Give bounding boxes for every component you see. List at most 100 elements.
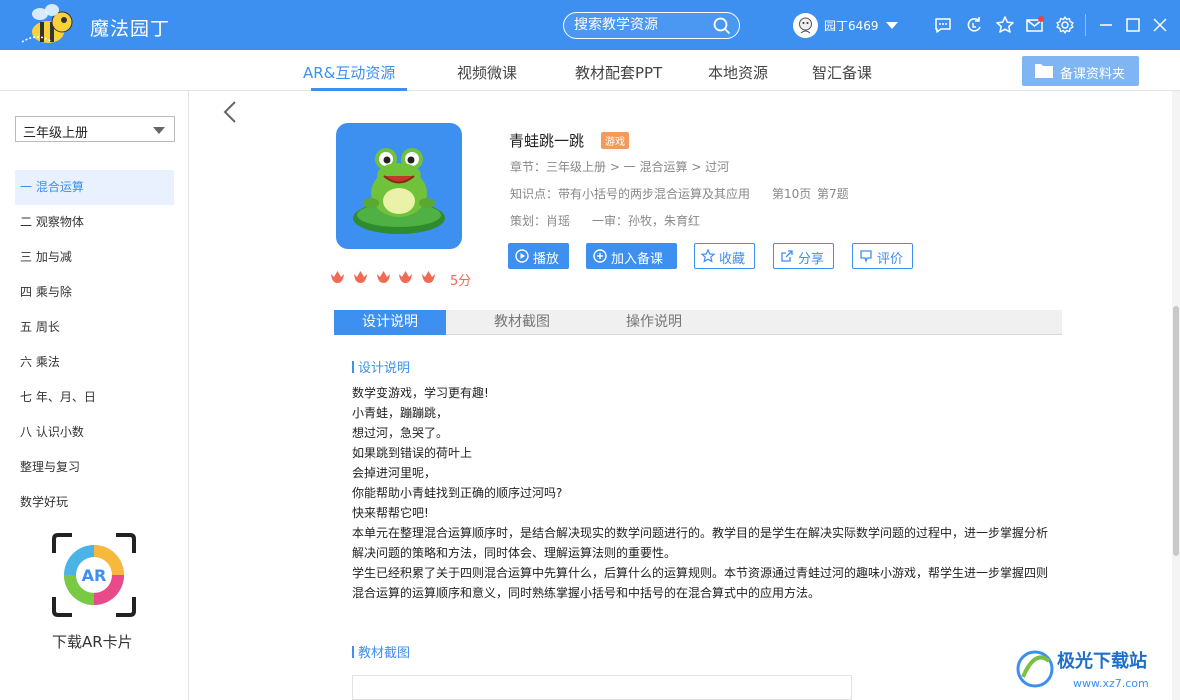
play-icon [515, 249, 529, 263]
design-line: 小青蛙，蹦蹦跳， [352, 406, 449, 420]
flower-rating-icon [422, 271, 436, 283]
tab-ar-interactive[interactable]: AR&互动资源 [303, 62, 395, 83]
star-outline-icon [701, 249, 715, 263]
tab-design-notes[interactable]: 设计说明 [334, 310, 446, 335]
ar-card-download-label[interactable]: 下载AR卡片 [52, 631, 133, 652]
gear-icon[interactable] [1055, 15, 1075, 35]
tab-textbook-ppt[interactable]: 教材配套PPT [575, 62, 662, 83]
grade-select-value: 三年级上册 [23, 126, 89, 141]
design-notes-heading: 设计说明 [352, 357, 410, 376]
review-label: 评价 [877, 252, 904, 267]
tab-video-lessons[interactable]: 视频微课 [457, 62, 517, 83]
folder-icon [1035, 64, 1053, 78]
tab-smart-prep[interactable]: 智汇备课 [812, 62, 872, 83]
chevron-down-icon [153, 127, 165, 134]
chat-icon[interactable] [933, 15, 953, 35]
back-chevron-icon[interactable] [222, 100, 238, 124]
resource-thumbnail [336, 123, 462, 249]
user-name[interactable]: 园丁6469 [824, 17, 879, 34]
prep-folder-button[interactable]: 备课资料夹 [1022, 56, 1139, 86]
sidebar: 三年级上册 一 混合运算 二 观察物体 三 加与减 四 乘与除 五 周长 六 乘… [0, 91, 189, 700]
star-icon[interactable] [995, 15, 1015, 35]
resource-title: 青蛙跳一跳 [509, 132, 585, 150]
share-label: 分享 [798, 252, 825, 267]
design-line: 想过河，急哭了。 [352, 426, 449, 440]
ar-card-qr-icon[interactable]: AR [52, 533, 136, 617]
resource-knowledge-point: 知识点：带有小括号的两步混合运算及其应用 [510, 187, 751, 201]
titlebar-divider [1085, 14, 1086, 36]
design-line: 如果跳到错误的荷叶上 [352, 446, 473, 460]
search-icon[interactable] [713, 17, 731, 35]
design-line: 快来帮帮它吧! [352, 506, 429, 520]
sidebar-item-chapter-1[interactable]: 一 混合运算 [15, 170, 174, 205]
scrollbar-thumb[interactable] [1173, 306, 1179, 556]
design-line: 你能帮助小青蛙找到正确的顺序过河吗? [352, 486, 563, 500]
maximize-icon[interactable] [1124, 16, 1142, 34]
design-line: 会掉进河里呢， [352, 466, 437, 480]
tab-local-resources[interactable]: 本地资源 [708, 62, 768, 83]
share-button[interactable]: 分享 [773, 243, 834, 269]
flower-rating-icon [353, 271, 367, 283]
add-to-prep-label: 加入备课 [611, 252, 664, 267]
frog-icon [353, 148, 445, 234]
grade-select[interactable]: 三年级上册 [15, 116, 175, 142]
mail-icon[interactable] [1025, 15, 1045, 35]
flower-rating-icon [399, 271, 413, 283]
user-menu-chevron-down-icon[interactable] [886, 22, 898, 29]
ar-card-text: AR [82, 566, 107, 585]
sidebar-item-chapter-8[interactable]: 八 认识小数 [15, 415, 174, 450]
play-button-label: 播放 [533, 252, 560, 267]
design-line: 解决问题的策略和方法，同时体会、理解运算法则的重要性。 [352, 546, 677, 560]
design-line: 本单元在整理混合运算顺序时，是结合解决现实的数学问题进行的。教学目的是学生在解决… [352, 526, 1049, 540]
search-box[interactable] [563, 12, 740, 39]
sidebar-item-chapter-3[interactable]: 三 加与减 [15, 240, 174, 275]
textbook-screenshot-preview [352, 675, 852, 700]
search-input[interactable] [574, 17, 714, 33]
review-button[interactable]: 评价 [852, 243, 913, 269]
plus-circle-icon [593, 249, 607, 263]
watermark-logo: 极光下载站 www.xz7.com [1016, 650, 1149, 690]
top-nav: AR&互动资源 视频微课 教材配套PPT 本地资源 智汇备课 备课资料夹 [0, 50, 1180, 91]
scrollbar[interactable] [1172, 91, 1180, 700]
flower-rating-icon [376, 271, 390, 283]
resource-planner: 策划：肖瑶 [510, 214, 571, 228]
app-title: 魔法园丁 [90, 18, 171, 40]
user-avatar[interactable] [793, 13, 818, 38]
prep-folder-label: 备课资料夹 [1060, 67, 1126, 82]
sidebar-item-chapter-7[interactable]: 七 年、月、日 [15, 380, 174, 415]
design-line: 学生已经积累了关于四则混合运算中先算什么，后算什么的运算规则。本节资源通过青蛙过… [352, 566, 1049, 580]
tab-textbook-screenshot[interactable]: 教材截图 [466, 310, 578, 335]
game-badge: 游戏 [601, 132, 629, 149]
design-notes-body: 数学变游戏，学习更有趣! 小青蛙，蹦蹦跳， 想过河，急哭了。 如果跳到错误的荷叶… [352, 383, 1052, 603]
add-to-prep-button[interactable]: 加入备课 [586, 243, 677, 269]
bee-mascot-logo [21, 4, 73, 43]
favorite-label: 收藏 [719, 252, 746, 267]
refresh-icon[interactable] [964, 15, 984, 35]
sidebar-item-chapter-5[interactable]: 五 周长 [15, 310, 174, 345]
design-line: 混合运算的运算顺序和意义，同时熟练掌握小括号和中括号的在混合算式中的应用方法。 [352, 586, 821, 600]
sidebar-item-chapter-4[interactable]: 四 乘与除 [15, 275, 174, 310]
minimize-icon[interactable] [1097, 16, 1115, 34]
close-icon[interactable] [1151, 16, 1169, 34]
tab-operation-notes[interactable]: 操作说明 [598, 310, 710, 335]
resource-question: 第7题 [817, 187, 849, 201]
active-tab-indicator [311, 88, 407, 91]
watermark-url: www.xz7.com [1073, 677, 1149, 690]
sidebar-item-review[interactable]: 整理与复习 [15, 450, 174, 485]
design-line: 数学变游戏，学习更有趣! [352, 386, 489, 400]
watermark-text: 极光下载站 [1057, 650, 1147, 672]
sidebar-item-chapter-2[interactable]: 二 观察物体 [15, 205, 174, 240]
resource-page: 第10页 [772, 187, 812, 201]
detail-tabs: 设计说明 教材截图 操作说明 [334, 310, 1062, 335]
sidebar-item-chapter-6[interactable]: 六 乘法 [15, 345, 174, 380]
play-button[interactable]: 播放 [508, 243, 569, 269]
title-bar: 魔法园丁 园丁6469 [0, 0, 1180, 50]
sidebar-item-math-fun[interactable]: 数学好玩 [15, 485, 174, 520]
resource-chapter-path: 章节：三年级上册 > 一 混合运算 > 过河 [510, 160, 730, 174]
flower-rating-icon [331, 271, 344, 283]
rating-flowers [329, 268, 439, 288]
rating-score: 5分 [450, 274, 472, 289]
share-icon [781, 250, 793, 262]
resource-reviewer: 一审：孙牧，朱育红 [592, 214, 701, 228]
favorite-button[interactable]: 收藏 [694, 243, 755, 269]
